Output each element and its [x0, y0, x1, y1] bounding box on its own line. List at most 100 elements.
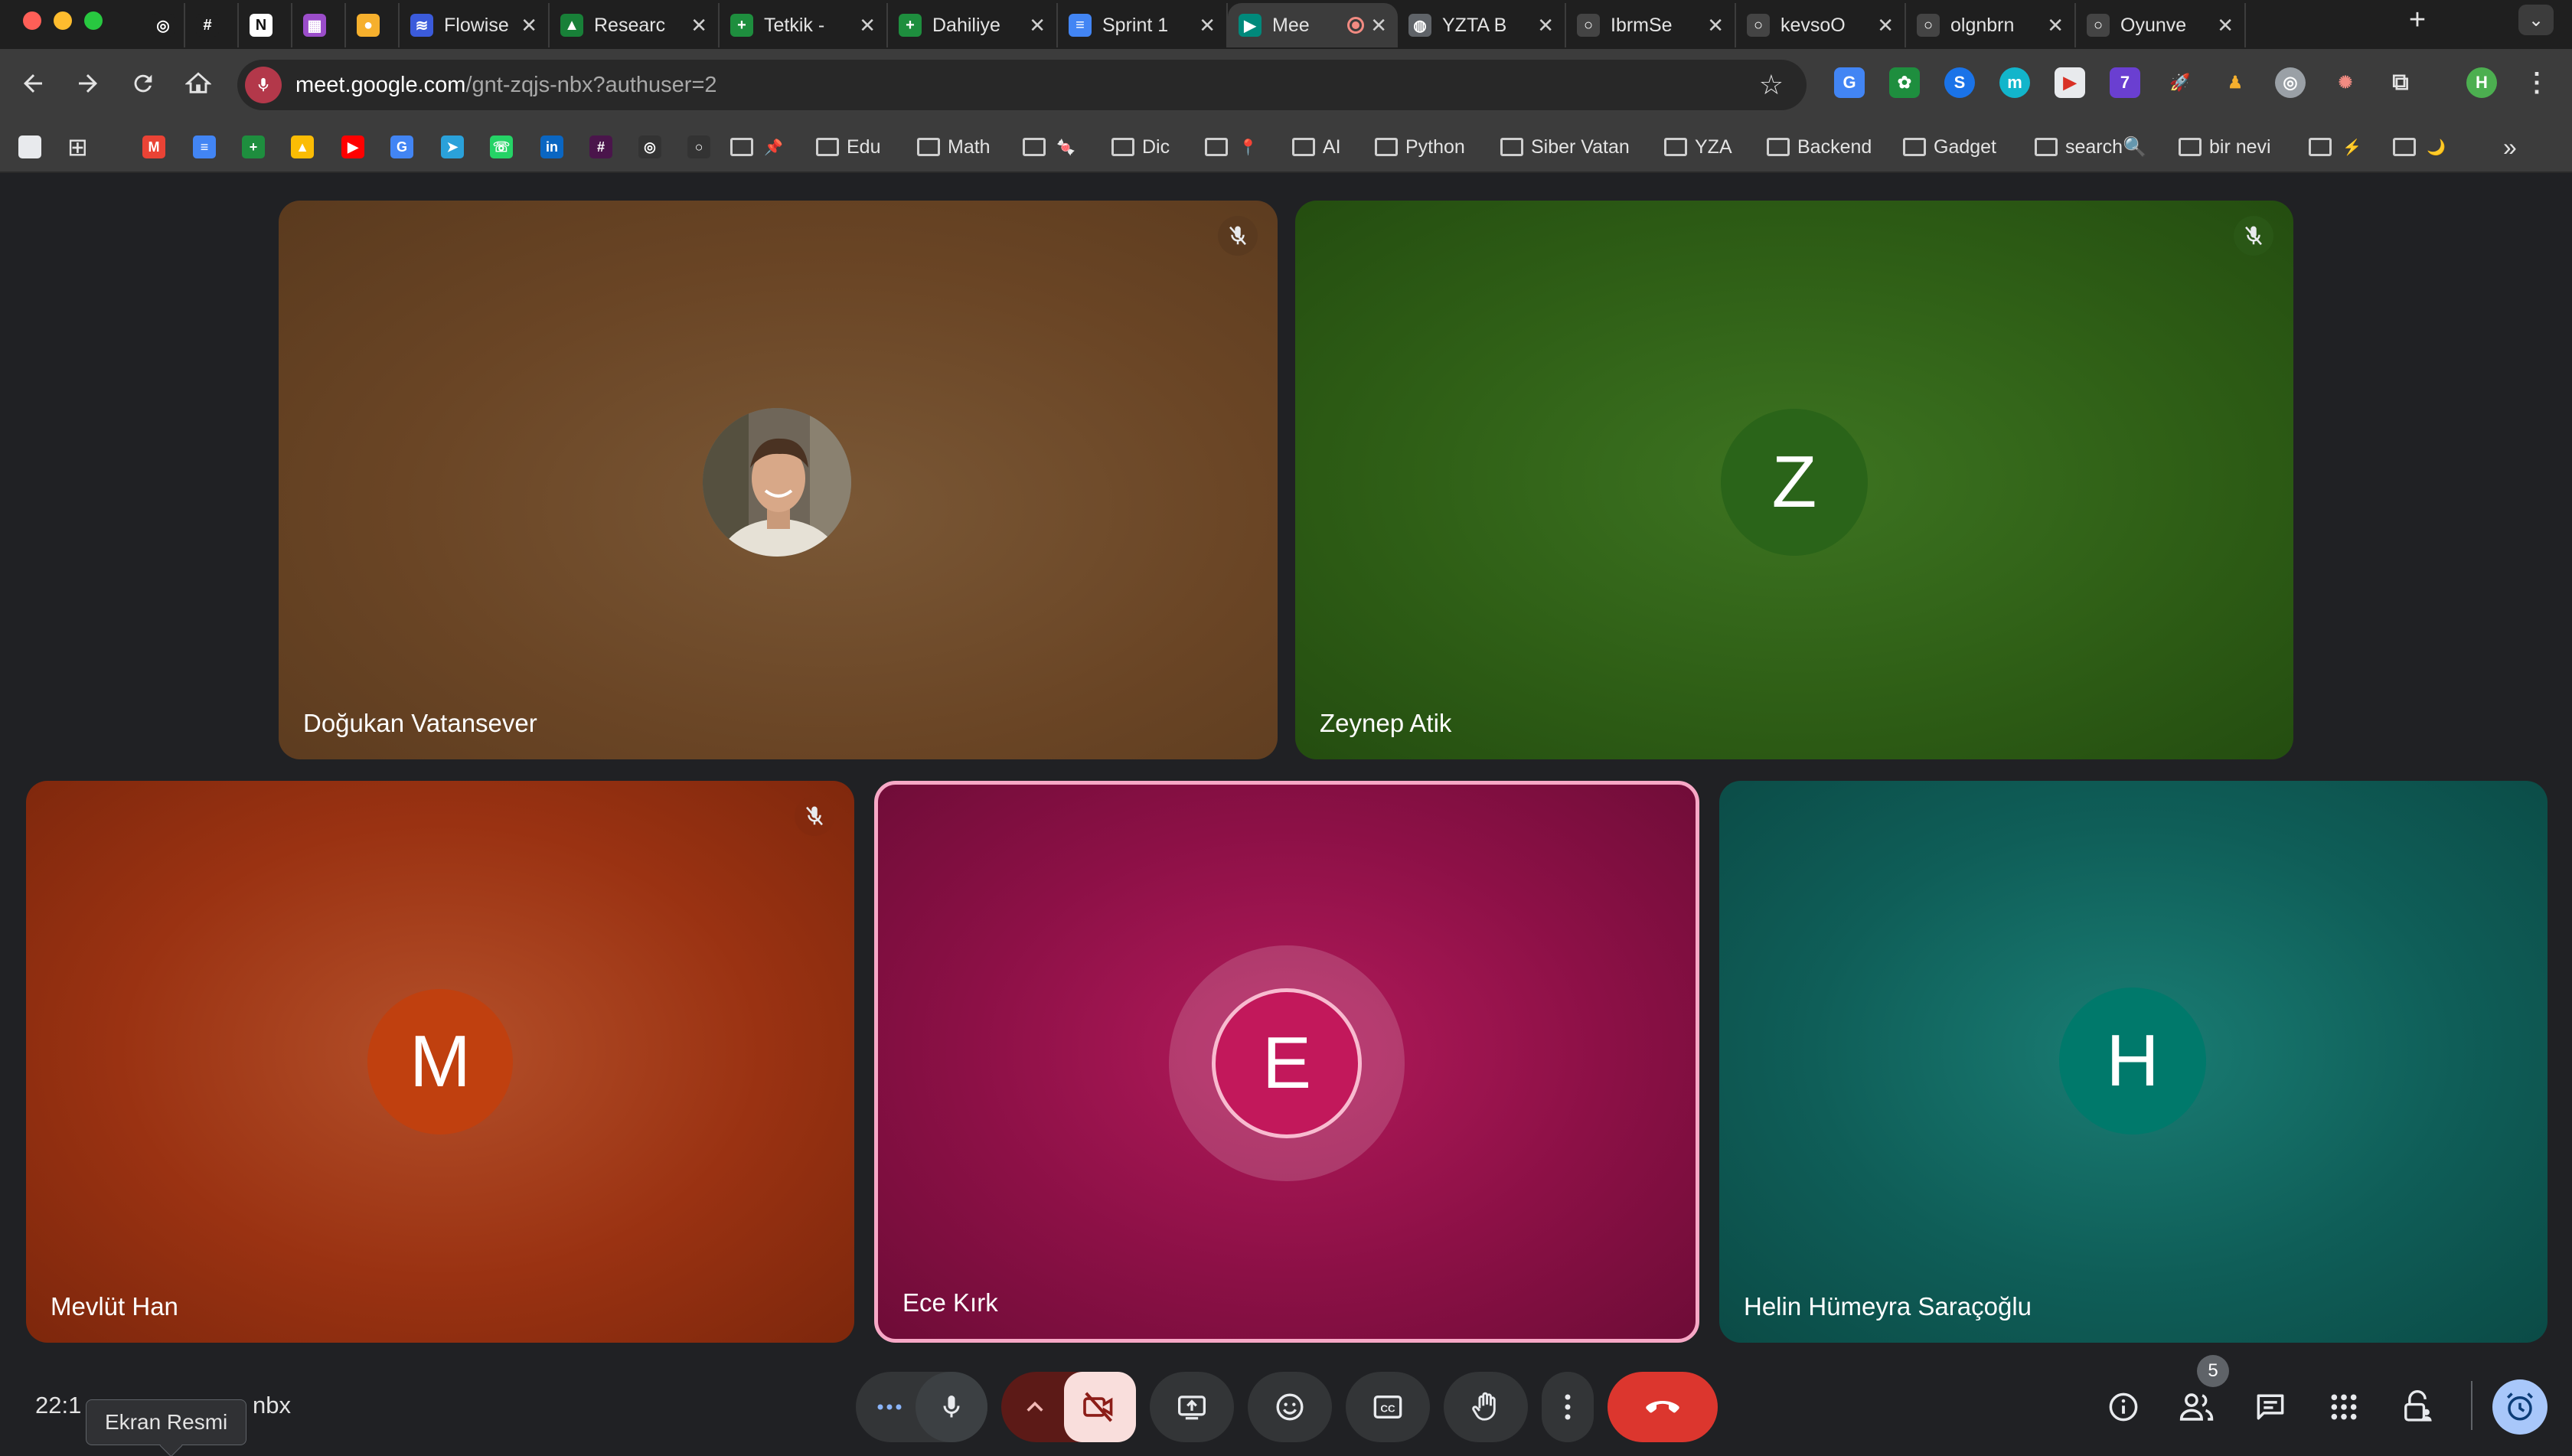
close-tab-icon[interactable]: ✕: [1877, 14, 1894, 38]
close-tab-icon[interactable]: ✕: [1537, 14, 1554, 38]
reactions-button[interactable]: [1248, 1372, 1332, 1442]
chat-button[interactable]: [2247, 1384, 2293, 1430]
microphone-in-use-icon[interactable]: [245, 67, 282, 103]
bookmark-star-icon[interactable]: ☆: [1759, 69, 1784, 101]
close-tab-icon[interactable]: ✕: [1029, 14, 1046, 38]
close-tab-icon[interactable]: ✕: [1707, 14, 1724, 38]
forward-button[interactable]: [69, 64, 107, 103]
close-tab-icon[interactable]: ✕: [2047, 14, 2064, 38]
tab[interactable]: ○ kevsoO ✕: [1736, 3, 1906, 47]
companion-timer-button[interactable]: [2492, 1379, 2548, 1435]
extension-icon[interactable]: ♟: [2220, 67, 2250, 98]
extension-icon[interactable]: 7: [2110, 67, 2140, 98]
google-translate-extension-icon[interactable]: G: [1834, 67, 1865, 98]
bookmark-linkedin[interactable]: in: [540, 132, 563, 162]
tab[interactable]: ▲ Researc ✕: [550, 3, 720, 47]
bookmark-folder[interactable]: Math: [917, 132, 991, 162]
back-button[interactable]: [14, 64, 52, 103]
youtube-extension-icon[interactable]: ▶: [2055, 67, 2085, 98]
tab[interactable]: ◎: [141, 3, 185, 47]
tab[interactable]: + Tetkik - ✕: [720, 3, 888, 47]
participant-tile[interactable]: H Helin Hümeyra Saraçoğlu: [1719, 781, 2548, 1343]
bookmark-folder[interactable]: ⚡: [2309, 132, 2361, 162]
tab-search-button[interactable]: ⌄: [2518, 5, 2554, 35]
bookmark-folder[interactable]: Gadget: [1903, 132, 1996, 162]
participant-tile-speaking[interactable]: E Ece Kırk: [874, 781, 1699, 1343]
bookmark-folder[interactable]: Dic: [1111, 132, 1170, 162]
openai-extension-icon[interactable]: ◎: [2275, 67, 2306, 98]
people-button[interactable]: [2174, 1384, 2220, 1430]
bookmark-folder[interactable]: 📌: [730, 132, 783, 162]
activities-button[interactable]: [2321, 1384, 2367, 1430]
captions-button[interactable]: CC: [1346, 1372, 1430, 1442]
all-apps-grid-button[interactable]: ⊞: [67, 132, 88, 162]
close-tab-icon[interactable]: ✕: [859, 14, 876, 38]
reload-button[interactable]: [124, 64, 162, 103]
audio-settings-button[interactable]: [867, 1384, 912, 1430]
bookmark-folder[interactable]: 📍: [1205, 132, 1258, 162]
bookmark-folder[interactable]: Python: [1375, 132, 1465, 162]
participant-tile[interactable]: Doğukan Vatansever: [279, 201, 1278, 759]
host-controls-button[interactable]: [2394, 1384, 2440, 1430]
participant-tile[interactable]: M Mevlüt Han: [26, 781, 854, 1343]
bookmark-gmail[interactable]: M: [142, 132, 165, 162]
bookmark-folder[interactable]: YZA: [1664, 132, 1732, 162]
tab[interactable]: ○ olgnbrn ✕: [1906, 3, 2076, 47]
tab[interactable]: #: [185, 3, 239, 47]
rocket-extension-icon[interactable]: 🚀: [2165, 67, 2195, 98]
tab[interactable]: ○ Oyunve ✕: [2076, 3, 2246, 47]
tab[interactable]: + Dahiliye ✕: [888, 3, 1058, 47]
tab[interactable]: ▦: [292, 3, 346, 47]
bookmark-google-translate[interactable]: G: [390, 132, 413, 162]
more-options-button[interactable]: [1542, 1372, 1594, 1442]
mic-button[interactable]: [916, 1372, 987, 1442]
bookmark-folder[interactable]: bir nevi: [2179, 132, 2271, 162]
close-tab-icon[interactable]: ✕: [1370, 14, 1387, 38]
bookmark-google-drive[interactable]: ▲: [291, 132, 314, 162]
bookmark-folder[interactable]: search🔍: [2035, 132, 2146, 162]
tab-active[interactable]: ▶ Mee ✕: [1228, 3, 1398, 47]
bookmark-whatsapp[interactable]: ☏: [490, 132, 513, 162]
meeting-details-button[interactable]: [2100, 1384, 2146, 1430]
bookmark-openai[interactable]: ◎: [638, 132, 661, 162]
present-screen-button[interactable]: [1150, 1372, 1234, 1442]
bookmark-google-docs[interactable]: ≡: [193, 132, 216, 162]
tab[interactable]: ●: [346, 3, 400, 47]
tab[interactable]: ○ IbrmSe ✕: [1566, 3, 1736, 47]
bookmark-folder[interactable]: 🍬: [1023, 132, 1075, 162]
bookmark-folder[interactable]: Backend: [1767, 132, 1872, 162]
more-bookmarks-button[interactable]: »: [2503, 132, 2517, 162]
profile-avatar[interactable]: H: [2466, 67, 2497, 98]
bookmark-folder[interactable]: Edu: [816, 132, 880, 162]
shazam-extension-icon[interactable]: S: [1944, 67, 1975, 98]
apps-shortcut-button[interactable]: [18, 132, 41, 162]
bookmark-folder[interactable]: 🌙: [2393, 132, 2446, 162]
extension-icon[interactable]: m: [1999, 67, 2030, 98]
new-tab-button[interactable]: +: [2402, 4, 2433, 36]
extension-icon[interactable]: ✿: [1889, 67, 1920, 98]
close-tab-icon[interactable]: ✕: [2217, 14, 2234, 38]
bookmark-github[interactable]: ○: [687, 132, 710, 162]
bookmark-folder[interactable]: AI: [1292, 132, 1341, 162]
tab[interactable]: ◍ YZTA B ✕: [1398, 3, 1566, 47]
extensions-puzzle-icon[interactable]: ⧉: [2385, 67, 2416, 98]
participant-tile[interactable]: Z Zeynep Atik: [1295, 201, 2293, 759]
zoom-window-button[interactable]: [84, 11, 103, 30]
address-bar[interactable]: meet.google.com/gnt-zqjs-nbx?authuser=2 …: [237, 60, 1807, 110]
bookmark-folder[interactable]: Siber Vatan: [1500, 132, 1630, 162]
camera-off-button[interactable]: [1064, 1372, 1136, 1442]
extension-icon[interactable]: ✺: [2330, 67, 2361, 98]
leave-call-button[interactable]: [1607, 1372, 1718, 1442]
bookmark-telegram[interactable]: ➤: [441, 132, 464, 162]
bookmark-slack[interactable]: #: [589, 132, 612, 162]
bookmark-youtube[interactable]: ▶: [341, 132, 364, 162]
home-button[interactable]: [179, 64, 217, 103]
tab[interactable]: ≡ Sprint 1 ✕: [1058, 3, 1228, 47]
close-tab-icon[interactable]: ✕: [521, 14, 537, 38]
close-tab-icon[interactable]: ✕: [690, 14, 707, 38]
tab[interactable]: ≋ Flowise ✕: [400, 3, 550, 47]
close-window-button[interactable]: [23, 11, 41, 30]
minimize-window-button[interactable]: [54, 11, 72, 30]
raise-hand-button[interactable]: [1444, 1372, 1528, 1442]
close-tab-icon[interactable]: ✕: [1199, 14, 1216, 38]
